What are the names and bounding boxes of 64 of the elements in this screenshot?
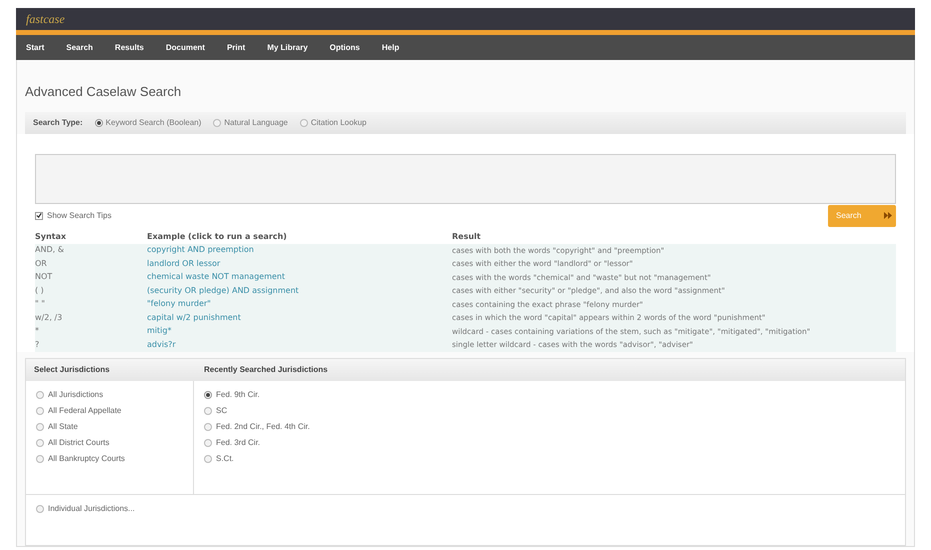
nav-item[interactable]: Start	[26, 42, 44, 54]
section-heading: Recently Searched Jurisdictions	[204, 364, 328, 374]
example-link[interactable]: capital w/2 punishment	[147, 311, 452, 324]
example-link[interactable]: landlord OR lessor	[147, 257, 452, 270]
radio-button[interactable]	[204, 407, 212, 415]
radio-label: All State	[48, 421, 78, 433]
radio-label: All Bankruptcy Courts	[48, 453, 125, 465]
nav-item[interactable]: Print	[226, 42, 246, 54]
column-header: Example (click to run a search)	[147, 230, 288, 243]
page-title: Advanced Caselaw Search	[25, 83, 182, 101]
logo[interactable]: fastcase	[26, 10, 65, 28]
radio-button[interactable]	[36, 423, 44, 431]
radio-button[interactable]	[36, 505, 44, 513]
radio-label: All Jurisdictions	[48, 389, 104, 401]
nav-item[interactable]: Help	[382, 42, 400, 54]
table-cell: *	[35, 324, 147, 338]
radio-button[interactable]	[213, 118, 222, 126]
table-cell: AND, &	[35, 244, 147, 257]
show-tips-label: Show Search Tips	[47, 210, 112, 222]
example-link[interactable]: chemical waste NOT management	[147, 270, 452, 284]
show-tips-checkbox[interactable]	[35, 212, 43, 220]
radio-button[interactable]	[204, 423, 212, 431]
radio-label: Fed. 3rd Cir.	[216, 437, 260, 449]
table-cell: OR	[35, 257, 147, 270]
table-cell: w/2, /3	[35, 311, 147, 324]
table-cell: ?	[35, 338, 147, 352]
nav-item[interactable]: My Library	[267, 42, 308, 54]
nav-item[interactable]: Document	[166, 42, 205, 54]
search-field[interactable]	[35, 154, 896, 204]
example-link[interactable]: copyright AND preemption	[147, 244, 452, 257]
radio-label: S.Ct.	[216, 453, 234, 465]
example-link[interactable]: mitig*	[147, 324, 452, 338]
example-link[interactable]: advis?r	[147, 338, 452, 352]
nav-item[interactable]: Search	[66, 42, 93, 54]
radio-label: All District Courts	[48, 437, 110, 449]
search-type-label: Search Type:	[33, 116, 83, 128]
radio-label: Fed. 2nd Cir., Fed. 4th Cir.	[216, 421, 310, 433]
section-heading: Select Jurisdictions	[34, 364, 110, 374]
radio-button[interactable]	[36, 391, 44, 399]
radio-button[interactable]	[204, 439, 212, 447]
radio-label: Keyword Search (Boolean)	[106, 116, 202, 128]
nav-item[interactable]: Results	[114, 42, 144, 54]
radio-button[interactable]	[94, 118, 103, 126]
example-link[interactable]: (security OR pledge) AND assignment	[147, 284, 452, 298]
double-arrow-icon	[884, 212, 892, 219]
radio-button[interactable]	[204, 391, 212, 399]
radio-label: Natural Language	[224, 116, 288, 128]
radio-button[interactable]	[36, 439, 44, 447]
radio-label: Individual Jurisdictions...	[48, 503, 135, 515]
radio-button[interactable]	[300, 118, 308, 126]
radio-label: Fed. 9th Cir.	[216, 389, 260, 401]
table-cell: NOT	[35, 270, 147, 284]
table-cell: ( )	[35, 284, 147, 298]
radio-button[interactable]	[204, 455, 212, 463]
radio-button[interactable]	[36, 407, 44, 415]
column-header: Result	[452, 230, 482, 242]
radio-label: All Federal Appellate	[48, 405, 122, 417]
radio-label: Citation Lookup	[310, 116, 366, 128]
radio-label: SC	[216, 405, 228, 417]
nav-item[interactable]: Options	[330, 42, 360, 54]
example-link[interactable]: "felony murder"	[147, 298, 452, 311]
table-cell: " "	[35, 298, 147, 311]
radio-button[interactable]	[36, 455, 44, 463]
column-header: Syntax	[35, 230, 68, 243]
